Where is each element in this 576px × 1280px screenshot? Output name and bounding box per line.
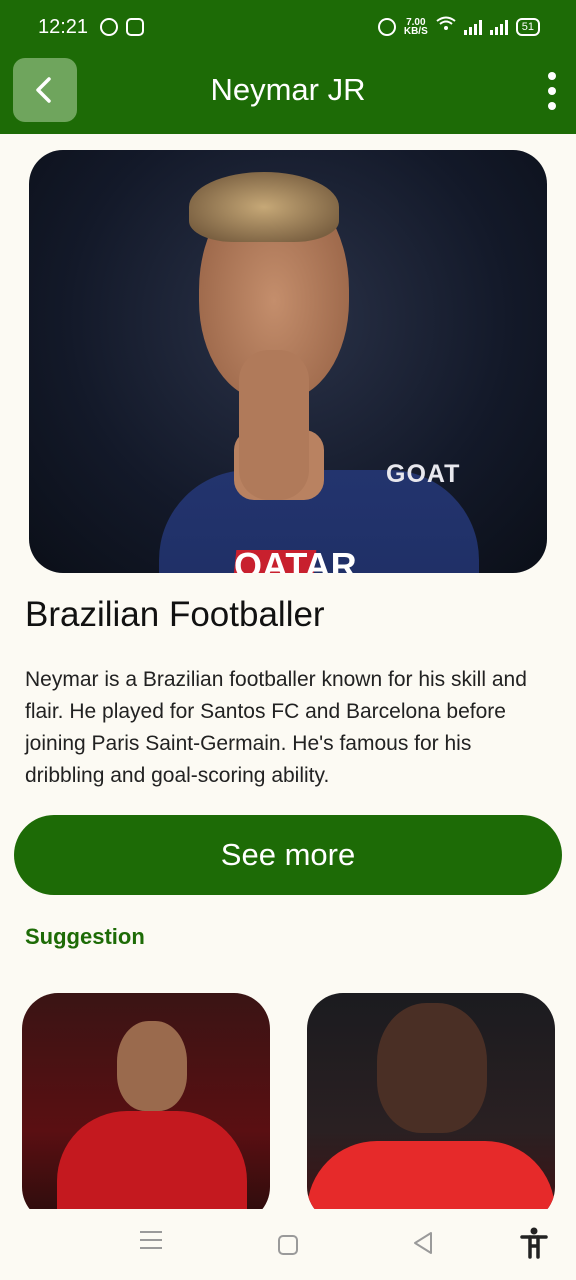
- status-time: 12:21: [38, 16, 89, 38]
- signal-icon-2: [489, 19, 508, 35]
- system-nav-bar: [0, 1209, 576, 1280]
- alarm-icon: [377, 17, 396, 36]
- notification-icons: [100, 18, 144, 36]
- menu-icon[interactable]: [140, 1231, 162, 1255]
- more-options-button[interactable]: [540, 72, 564, 110]
- hero-image: GOAT QATAR: [29, 150, 547, 573]
- home-icon[interactable]: [278, 1235, 298, 1255]
- app-bar: Neymar JR: [0, 56, 576, 134]
- speed-unit: KB/S: [403, 25, 428, 37]
- suggestion-card[interactable]: [307, 993, 555, 1223]
- battery-icon: 51: [515, 17, 540, 36]
- see-more-button[interactable]: See more: [14, 815, 562, 895]
- suggestion-heading: Suggestion: [25, 924, 145, 949]
- jersey-text-sponsor: QATAR: [234, 545, 357, 573]
- back-icon[interactable]: [412, 1231, 434, 1260]
- description: Neymar is a Brazilian footballer known f…: [25, 668, 527, 787]
- more-vertical-icon: [548, 72, 556, 80]
- top-bar: 12:21 7.00 KB/S 51 Neymar JR: [0, 0, 576, 134]
- section-title: Brazilian Footballer: [25, 595, 325, 634]
- jersey-text-goat: GOAT: [386, 460, 461, 488]
- page-title: Neymar JR: [210, 72, 366, 107]
- status-bar: 12:21 7.00 KB/S 51: [0, 0, 576, 56]
- suggestion-card[interactable]: [22, 993, 270, 1223]
- instagram-icon: [126, 18, 144, 36]
- signal-icon-1: [463, 19, 482, 35]
- accessibility-icon[interactable]: [520, 1227, 548, 1264]
- status-right: 7.00 KB/S 51: [377, 16, 540, 37]
- wifi-icon: [436, 16, 456, 37]
- messenger-icon: [100, 18, 118, 36]
- network-speed: 7.00 KB/S: [403, 17, 428, 37]
